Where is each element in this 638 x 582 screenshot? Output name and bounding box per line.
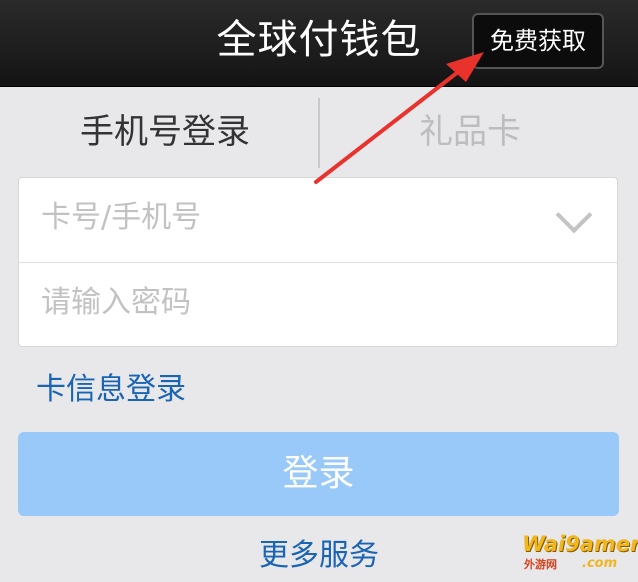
free-get-button[interactable]: 免费获取 [472, 13, 604, 69]
tab-phone-login[interactable]: 手机号登录 [40, 96, 290, 168]
watermark-sub-text: 外游网 [524, 558, 557, 571]
top-bar: 全球付钱包 免费获取 [0, 0, 638, 87]
card-number-placeholder: 卡号/手机号 [41, 200, 202, 235]
login-form: 卡号/手机号 请输入密码 [18, 177, 618, 347]
watermark-suffix-text: .com [582, 556, 618, 571]
password-placeholder: 请输入密码 [41, 285, 191, 320]
tab-divider [318, 98, 320, 168]
login-button[interactable]: 登录 [18, 432, 619, 516]
chevron-down-icon[interactable] [555, 196, 593, 234]
card-number-field[interactable]: 卡号/手机号 [19, 178, 617, 263]
watermark-logo: Wai9amer 外游网 .com [520, 532, 638, 574]
card-info-login-link[interactable]: 卡信息登录 [36, 362, 186, 418]
watermark-main-text: Wai9amer [522, 532, 638, 556]
tab-gift-card[interactable]: 礼品卡 [400, 96, 540, 168]
password-field[interactable]: 请输入密码 [19, 263, 617, 348]
